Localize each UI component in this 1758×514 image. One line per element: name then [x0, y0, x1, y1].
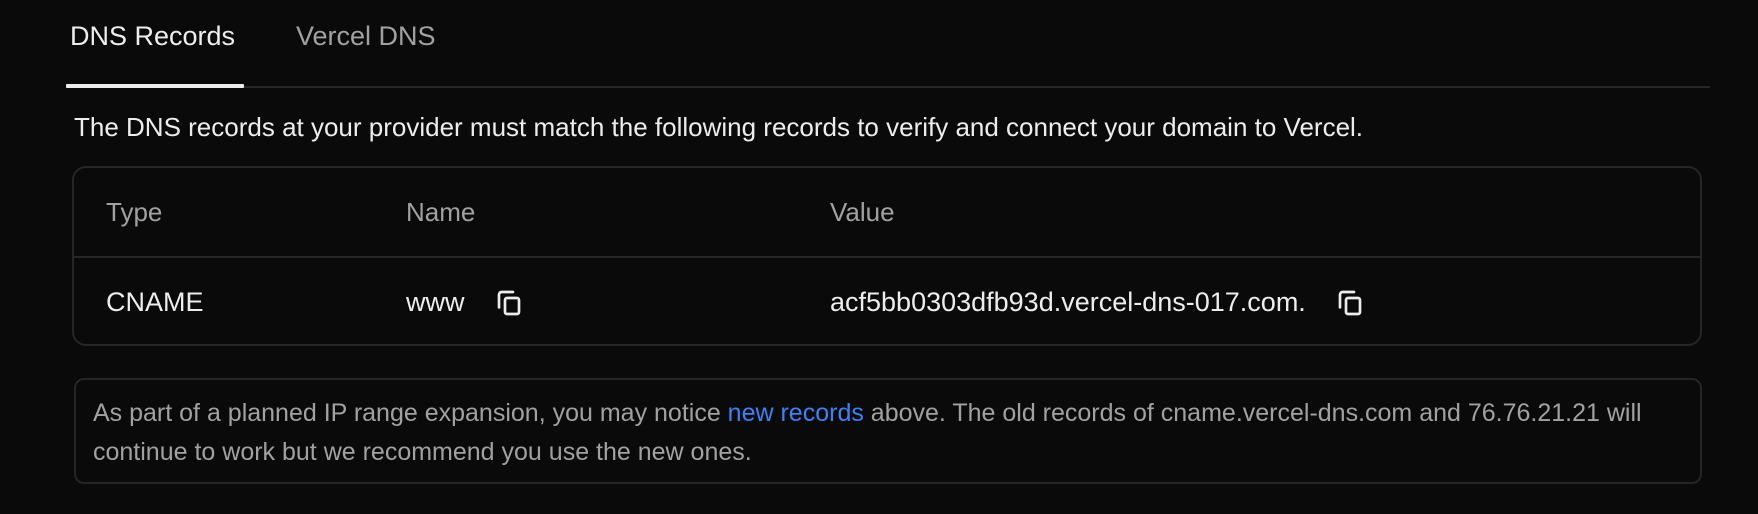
ip-range-notice: As part of a planned IP range expansion,…: [74, 378, 1702, 484]
tab-dns-records[interactable]: DNS Records: [70, 0, 235, 86]
record-value: acf5bb0303dfb93d.vercel-dns-017.com.: [830, 286, 1306, 317]
copy-value-button[interactable]: [1332, 284, 1368, 320]
dns-records-table: Type Name Value CNAME www acf5bb0303dfb9…: [72, 166, 1702, 346]
record-type: CNAME: [106, 286, 204, 317]
notice-text-before: As part of a planned IP range expansion,…: [93, 399, 728, 427]
copy-icon: [497, 290, 520, 316]
column-header-type: Type: [106, 196, 163, 227]
column-header-name: Name: [406, 196, 476, 227]
table-row: CNAME www acf5bb0303dfb93d.vercel-dns-01…: [74, 258, 1700, 346]
new-records-link[interactable]: new records: [728, 399, 864, 427]
column-header-value: Value: [830, 196, 895, 227]
dns-records-description: The DNS records at your provider must ma…: [74, 112, 1364, 142]
tab-dns-records-label: DNS Records: [70, 20, 236, 51]
tab-vercel-dns[interactable]: Vercel DNS: [296, 0, 436, 86]
table-header: Type Name Value: [74, 168, 1700, 258]
dns-tabs: DNS Records Vercel DNS: [66, 0, 1710, 88]
record-value-cell: acf5bb0303dfb93d.vercel-dns-017.com.: [830, 258, 1368, 346]
tab-vercel-dns-label: Vercel DNS: [296, 20, 436, 51]
record-name-cell: www: [406, 258, 527, 346]
copy-icon: [1338, 290, 1362, 316]
copy-name-button[interactable]: [491, 284, 527, 320]
active-tab-indicator: [66, 84, 244, 88]
record-name: www: [406, 286, 465, 317]
